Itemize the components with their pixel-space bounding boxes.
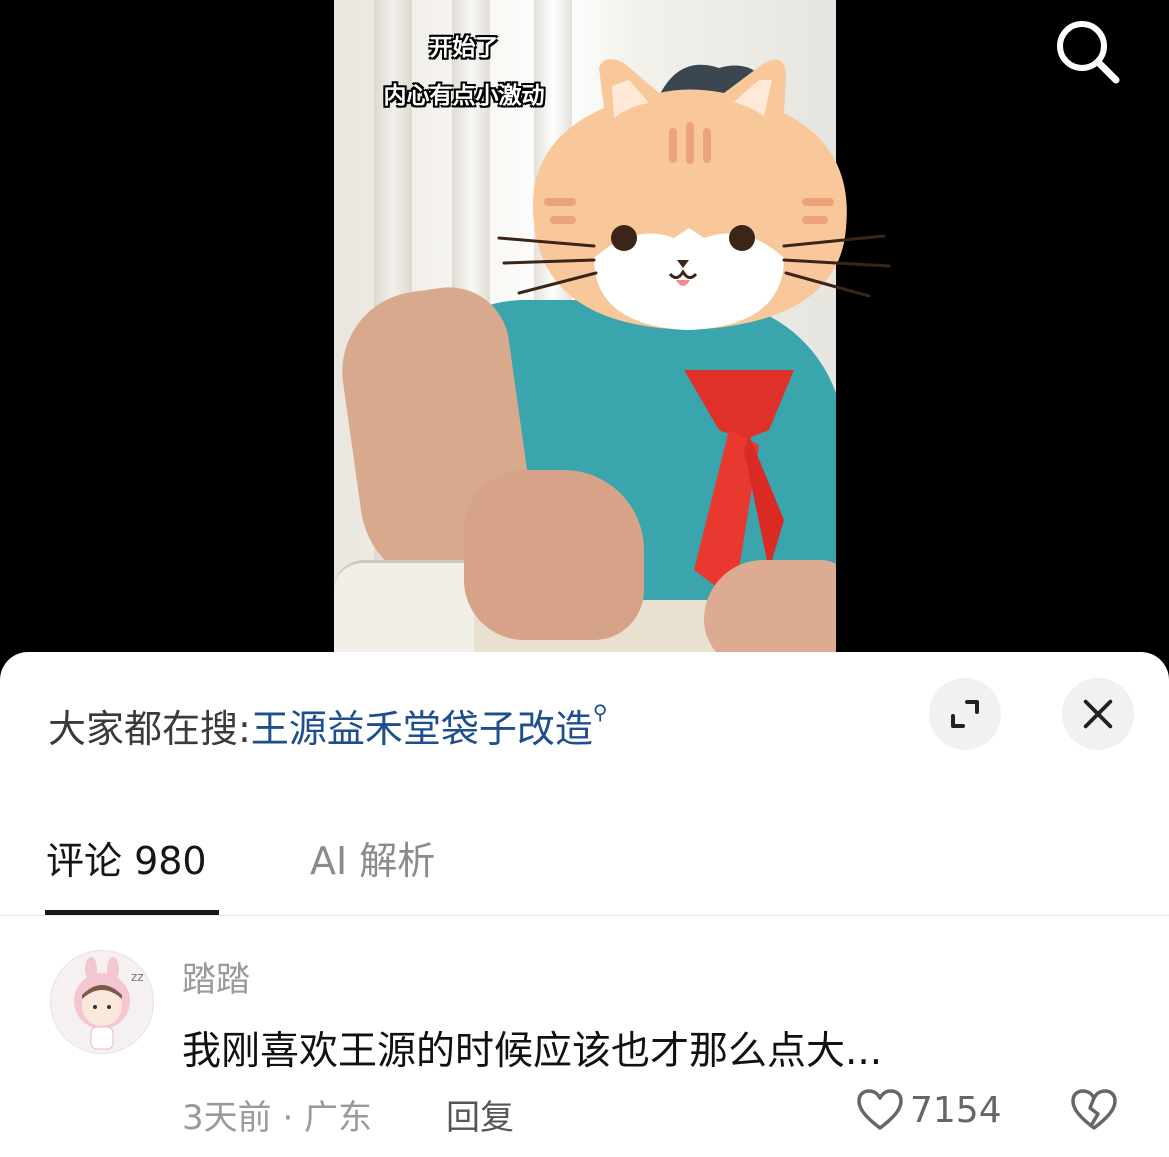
video-person-hand (704, 560, 836, 660)
like-count: 7154 (910, 1089, 1002, 1131)
video-book (334, 560, 474, 660)
close-icon (1083, 699, 1113, 729)
comment-text[interactable]: 我刚喜欢王源的时候应该也才那么点大... (182, 1020, 882, 1076)
close-button[interactable] (1062, 678, 1134, 750)
expand-button[interactable] (929, 678, 1001, 750)
small-search-icon: ⚲ (592, 700, 608, 724)
avatar[interactable]: zz (50, 950, 154, 1054)
like-button[interactable]: 7154 (856, 1088, 1002, 1132)
cat-face-sticker (497, 59, 891, 330)
comment-item: zz 踏踏 我刚喜欢王源的时候应该也才那么点大... 3天前 · 广东 回复 7… (0, 942, 1169, 1157)
comment-meta: 3天前 · 广东 (182, 1098, 373, 1138)
reply-button[interactable]: 回复 (446, 1090, 514, 1139)
comments-panel: 大家都在搜:王源益禾堂袋子改造⚲ 评论 980 AI 解析 zz 踏踏 我刚喜欢… (0, 652, 1169, 1157)
avatar-image: zz (51, 951, 153, 1053)
broken-heart-icon (1071, 1089, 1117, 1130)
video-person-hand (464, 470, 644, 640)
dislike-button[interactable] (1070, 1088, 1118, 1136)
comment-username[interactable]: 踏踏 (182, 952, 250, 1001)
hot-search-label: 大家都在搜: (48, 707, 251, 751)
tab-ai-analysis[interactable]: AI 解析 (310, 830, 435, 885)
svg-text:zz: zz (131, 970, 144, 984)
search-icon (1057, 21, 1120, 84)
hot-search-bar[interactable]: 大家都在搜:王源益禾堂袋子改造⚲ (48, 698, 607, 753)
heart-icon (857, 1089, 903, 1130)
comment-tabs: 评论 980 AI 解析 (0, 822, 1169, 916)
video-player[interactable]: 开始了 内心有点小激动 (0, 0, 1169, 690)
tab-comments[interactable]: 评论 980 (46, 830, 207, 885)
hot-search-term[interactable]: 王源益禾堂袋子改造 (251, 707, 593, 751)
active-tab-indicator (45, 910, 219, 915)
expand-icon (951, 700, 979, 728)
search-button[interactable] (1050, 14, 1124, 88)
